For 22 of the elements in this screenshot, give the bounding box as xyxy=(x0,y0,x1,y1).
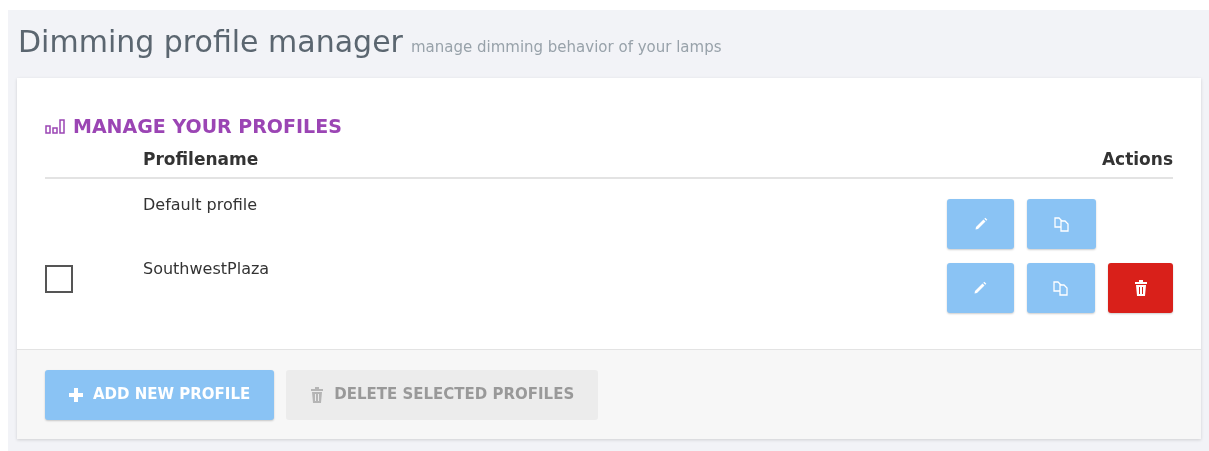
add-profile-button[interactable]: ADD NEW PROFILE xyxy=(45,369,275,420)
duplicate-button[interactable] xyxy=(1026,262,1096,313)
panel-heading: MANAGE YOUR PROFILES xyxy=(73,114,342,139)
column-header: Profilename xyxy=(143,148,259,171)
copy-icon xyxy=(1052,214,1071,233)
edit-button[interactable] xyxy=(947,198,1014,249)
plus-icon xyxy=(69,387,83,402)
trash-icon xyxy=(1133,279,1148,296)
delete-button[interactable] xyxy=(1108,262,1173,313)
copy-icon xyxy=(1052,278,1070,297)
pencil-icon xyxy=(973,216,988,231)
duplicate-button[interactable] xyxy=(1027,198,1096,249)
pencil-icon xyxy=(973,280,988,295)
profile-name: Default profile xyxy=(143,193,258,216)
profile-name: SouthwestPlaza xyxy=(143,257,270,280)
bar-chart-icon xyxy=(45,118,67,135)
edit-button[interactable] xyxy=(947,262,1014,313)
trash-icon xyxy=(310,386,325,403)
page-subtitle: manage dimming behavior of your lamps xyxy=(410,37,722,58)
column-header: Actions xyxy=(1101,148,1173,171)
checkbox[interactable] xyxy=(45,264,73,293)
page-title: Dimming profile manager xyxy=(18,23,403,61)
